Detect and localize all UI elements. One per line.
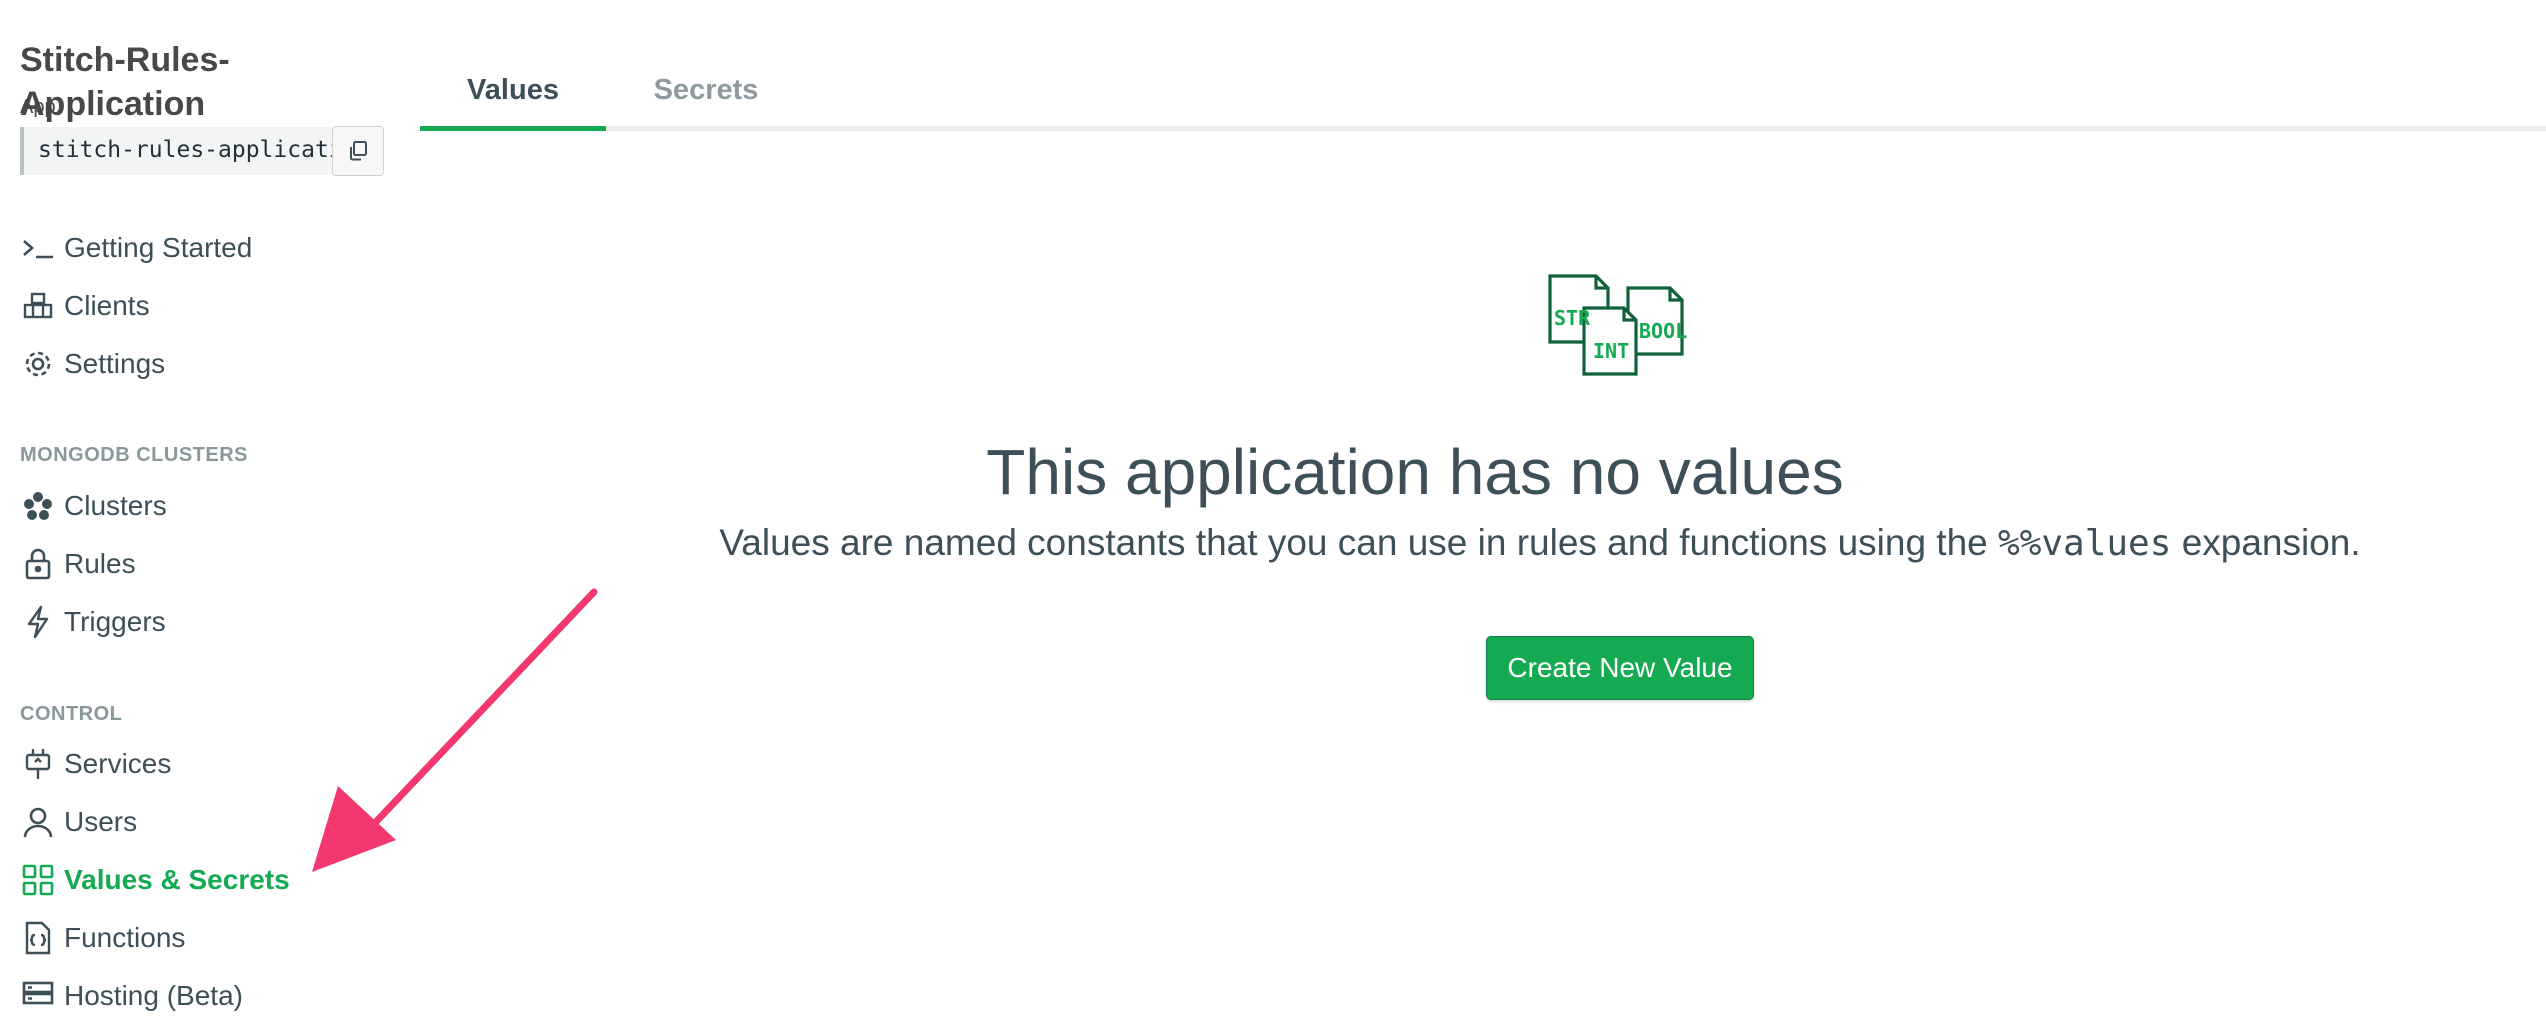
annotation-arrow: [312, 588, 598, 872]
sidebar-item-clients[interactable]: Clients: [20, 286, 150, 326]
sidebar-item-clusters[interactable]: Clusters: [20, 486, 167, 526]
clients-icon: [20, 288, 56, 324]
sidebar-item-label: Services: [64, 748, 172, 779]
empty-state-title: This application has no values: [986, 436, 1844, 508]
sidebar-item-services[interactable]: Services: [20, 744, 171, 784]
tab-values[interactable]: Values: [420, 74, 606, 131]
create-new-value-button[interactable]: Create New Value: [1486, 636, 1754, 700]
sidebar-item-label: Triggers: [64, 606, 166, 637]
tab-secrets[interactable]: Secrets: [606, 74, 806, 131]
copy-icon: [350, 141, 367, 161]
int-label: INT: [1593, 339, 1629, 363]
app-id-value: stitch-rules-application-xyzab: [38, 137, 332, 163]
bool-label: BOOL: [1639, 319, 1687, 343]
app-id-field[interactable]: stitch-rules-application-xyzab: [20, 127, 332, 175]
sidebar-item-label: Clusters: [64, 490, 167, 521]
sidebar-item-hosting[interactable]: Hosting (Beta): [20, 976, 243, 1016]
sidebar-item-functions[interactable]: Functions: [20, 918, 185, 958]
grid-icon: [20, 862, 56, 898]
sidebar-item-label: Functions: [64, 922, 186, 953]
description-text: Values are named constants that you can …: [719, 522, 1988, 563]
sidebar-item-triggers[interactable]: Triggers: [20, 602, 166, 642]
str-label: STR: [1554, 306, 1591, 330]
copy-app-id-button[interactable]: [332, 126, 384, 176]
app-id-label: App: [20, 96, 56, 118]
function-file-icon: [20, 920, 56, 956]
section-header-mongodb-clusters: MONGODB CLUSTERS: [20, 444, 248, 466]
plug-icon: [20, 746, 56, 782]
sidebar-item-label: Clients: [64, 290, 150, 321]
lock-icon: [20, 546, 56, 582]
sidebar-item-label: Settings: [64, 348, 166, 379]
sidebar-item-label: Hosting (Beta): [64, 980, 243, 1011]
description-text-end: expansion.: [2181, 522, 2361, 563]
app-title: Stitch-Rules-Application: [20, 41, 230, 123]
user-icon: [20, 804, 56, 840]
bolt-icon: [20, 604, 56, 640]
tab-bar: Values Secrets: [420, 56, 2546, 134]
hosting-icon: [20, 978, 56, 1014]
values-types-icon: STR INT BOOL: [1548, 274, 1687, 376]
sidebar-item-users[interactable]: Users: [20, 802, 137, 842]
sidebar-item-rules[interactable]: Rules: [20, 544, 136, 584]
empty-state-description: Values are named constants that you can …: [620, 522, 2460, 564]
sidebar-item-label: Getting Started: [64, 232, 253, 263]
clusters-icon: [20, 488, 56, 524]
terminal-icon: [20, 230, 56, 266]
sidebar-item-settings[interactable]: Settings: [20, 344, 165, 384]
sidebar-item-values-secrets[interactable]: Values & Secrets: [20, 860, 290, 900]
sidebar-item-label: Values & Secrets: [64, 864, 290, 895]
gear-icon: [20, 346, 56, 382]
values-expansion-code: %%values: [1998, 523, 2172, 564]
sidebar-item-getting-started[interactable]: Getting Started: [20, 228, 252, 268]
sidebar-item-label: Rules: [64, 548, 136, 579]
sidebar-item-label: Users: [64, 806, 138, 837]
section-header-control: CONTROL: [20, 703, 123, 725]
